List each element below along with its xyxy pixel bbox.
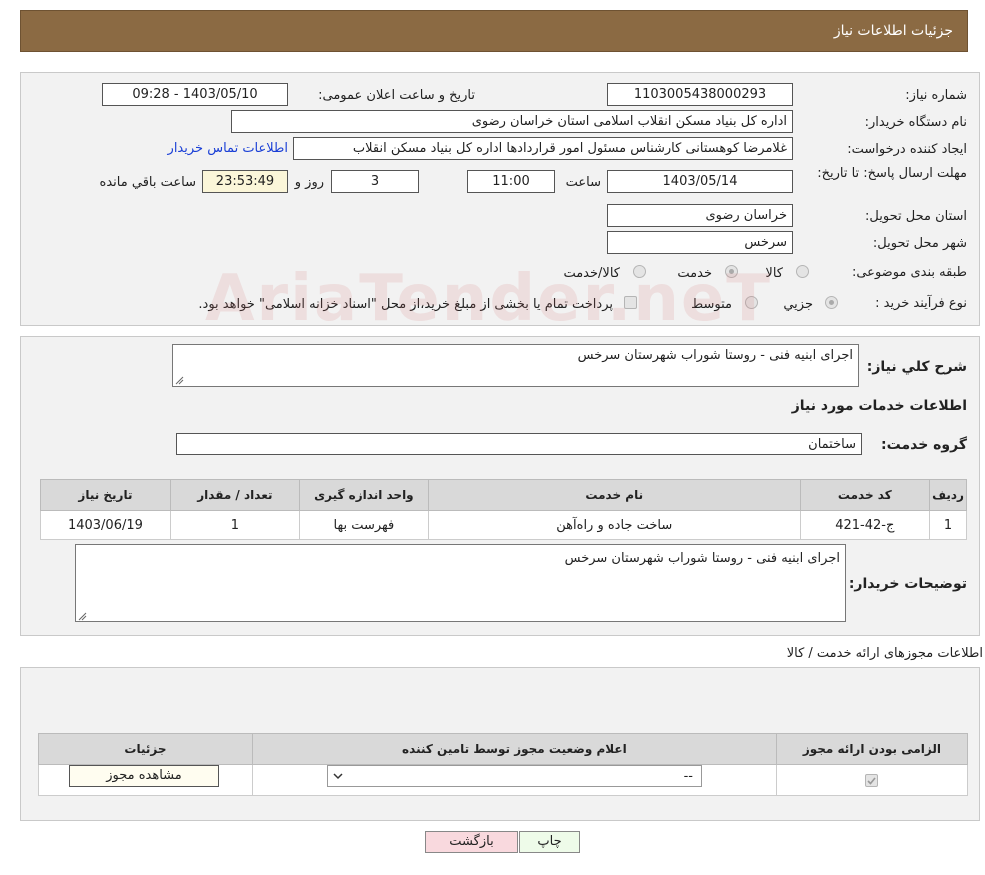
city-label: شهر محل تحویل: [872,236,967,251]
col-license-status: اعلام وضعیت مجوز توسط تامین کننده [251,733,777,765]
creator-label: ایجاد کننده درخواست: [847,142,967,157]
cell-row: 1 [929,510,967,540]
announce-label: تاریخ و ساعت اعلان عمومی: [318,88,475,103]
days-field: 3 [331,170,419,193]
page-title: جزئیات اطلاعات نیاز [833,23,953,39]
table-row: 1 ج-42-421 ساخت جاده و راه‌آهن فهرست بها… [40,510,967,540]
province-field: خراسان رضوی [607,204,793,227]
license-required-checkbox[interactable] [865,773,879,787]
summary-resize-handle[interactable] [175,374,184,385]
need-no-field: 1103005438000293 [607,83,793,106]
cell-service-name: ساخت جاده و راه‌آهن [427,510,801,540]
cell-service-code: ج-42-421 [799,510,931,540]
services-title: اطلاعات خدمات مورد نیاز [791,398,967,414]
check-icon [867,776,877,785]
summary-label: شرح کلي نياز: [866,359,967,375]
col-need-date: تاریخ نیاز [40,479,171,511]
notes-resize-handle[interactable] [78,610,87,621]
col-service-code: کد خدمت [799,479,931,511]
remaining-label: ساعت باقي مانده [99,175,196,190]
contact-buyer-link[interactable]: اطلاعات تماس خریدار [168,141,288,156]
category-goods-radio[interactable] [796,265,809,278]
deadline-label: مهلت ارسال پاسخ: تا تاریخ: [817,166,967,181]
col-unit: واحد اندازه گیری [298,479,429,511]
cell-need-date: 1403/06/19 [40,510,171,540]
remaining-field: 23:53:49 [202,170,288,193]
licenses-title: اطلاعات مجوزهای ارائه خدمت / کالا [786,646,983,661]
col-row: ردیف [929,479,967,511]
summary-field: اجرای ابنیه فنی - روستا شوراب شهرستان سر… [172,344,859,387]
process-partial-radio[interactable] [825,296,838,309]
buyer-org-label: نام دستگاه خریدار: [864,115,967,130]
view-license-button[interactable]: مشاهده مجوز [69,765,219,787]
creator-field: غلامرضا کوهستانی کارشناس مسئول امور قرار… [293,137,793,160]
license-status-value: -- [683,769,693,784]
buyer-notes-field: اجرای ابنیه فنی - روستا شوراب شهرستان سر… [75,544,846,622]
col-license-required: الزامی بودن ارائه مجوز [775,733,969,765]
group-field: ساختمان [176,433,862,455]
print-button[interactable]: چاپ [519,831,580,853]
back-button[interactable]: بازگشت [425,831,518,853]
process-partial-label: جزیي [783,297,813,312]
days-label: روز و [294,175,324,190]
col-quantity: تعداد / مقدار [169,479,300,511]
announce-field: 1403/05/10 - 09:28 [102,83,288,106]
cell-quantity: 1 [169,510,300,540]
chevron-down-icon [332,766,344,786]
deadline-time-field: 11:00 [467,170,555,193]
need-no-label: شماره نیاز: [905,88,967,103]
process-label: نوع فرآیند خرید : [875,296,967,311]
col-license-details: جزئیات [38,733,253,765]
buyer-notes-label: توضیحات خریدار: [848,576,967,592]
col-service-name: نام خدمت [427,479,801,511]
services-table: ردیف کد خدمت نام خدمت واحد اندازه گیری ت… [40,479,967,540]
cell-license-required [775,764,969,796]
buyer-org-field: اداره کل بنیاد مسکن انقلاب اسلامی استان … [231,110,793,133]
license-status-select[interactable]: -- [327,765,702,787]
group-label: گروه خدمت: [881,437,967,453]
time-label: ساعت [565,175,601,190]
cell-unit: فهرست بها [298,510,429,540]
category-label: طبقه بندی موضوعی: [851,265,967,280]
page-header: جزئیات اطلاعات نیاز [20,10,968,52]
province-label: استان محل تحویل: [865,209,967,224]
watermark: AriaTender.neT [205,262,772,336]
deadline-date-field: 1403/05/14 [607,170,793,193]
city-field: سرخس [607,231,793,254]
